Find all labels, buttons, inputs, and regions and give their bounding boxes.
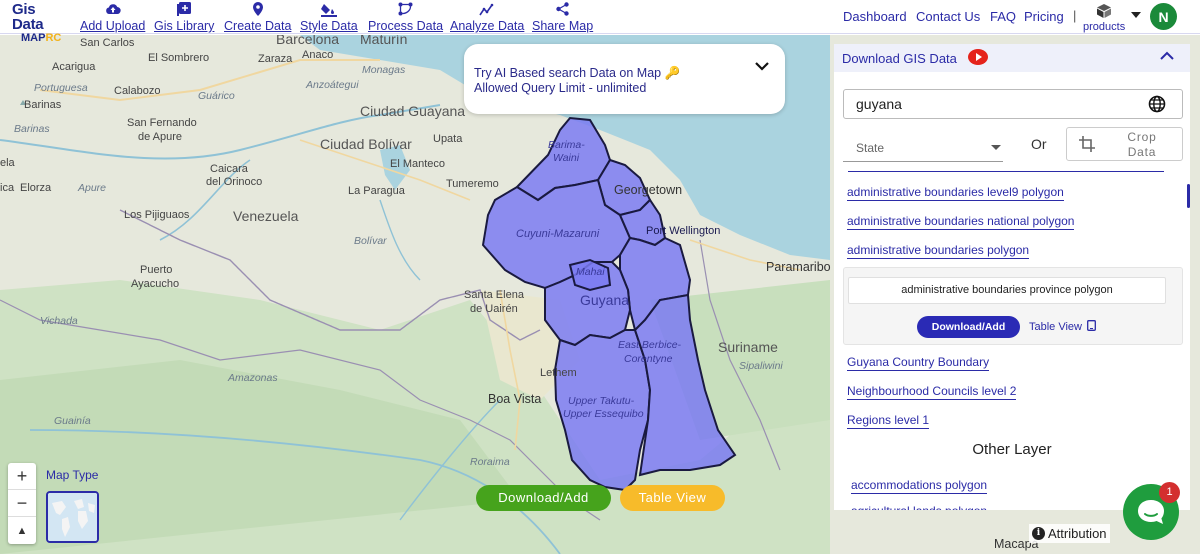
nav-label: Add Upload xyxy=(80,19,146,33)
zoom-controls: + − ▲ xyxy=(8,463,36,544)
site-logo[interactable]: Gis Data MAPRC xyxy=(12,1,68,44)
panel-scrollbar[interactable] xyxy=(1187,184,1190,208)
layer-link[interactable]: Neighbourhood Councils level 2 xyxy=(847,384,1017,400)
chevron-down-icon[interactable] xyxy=(1131,12,1141,18)
layer-link[interactable]: Regions level 1 xyxy=(847,413,930,429)
country-search-input[interactable]: guyana xyxy=(843,89,1183,119)
nav-gis-library[interactable]: Gis Library xyxy=(154,2,214,33)
products-menu[interactable]: products xyxy=(1083,3,1125,33)
nav-pricing[interactable]: Pricing xyxy=(1024,9,1064,24)
nav-style-data[interactable]: Style Data xyxy=(300,2,358,33)
chat-badge: 1 xyxy=(1159,482,1180,503)
map-type-label: Map Type xyxy=(46,468,99,482)
map-type-thumbnail[interactable] xyxy=(46,491,99,543)
selected-layer-name: administrative boundaries province polyg… xyxy=(848,277,1166,304)
or-label: Or xyxy=(1031,136,1047,152)
attribution-toggle[interactable]: i Attribution xyxy=(1029,524,1110,543)
nav-add-upload[interactable]: Add Upload xyxy=(80,2,145,33)
chevron-up-icon[interactable] xyxy=(1160,50,1174,62)
map-download-add-button[interactable]: Download/Add xyxy=(476,485,611,511)
divider xyxy=(848,171,1164,172)
nav-dashboard[interactable]: Dashboard xyxy=(843,9,907,24)
panel-header[interactable]: Download GIS Data xyxy=(834,44,1190,72)
info-icon: i xyxy=(1032,527,1045,540)
nav-label: Style Data xyxy=(300,19,358,33)
ai-search-line2: Allowed Query Limit - unlimited xyxy=(474,81,647,95)
process-nodes-icon xyxy=(398,2,414,16)
youtube-icon[interactable] xyxy=(968,49,988,65)
nav-analyze-data[interactable]: Analyze Data xyxy=(450,2,524,33)
other-layer-heading: Other Layer xyxy=(972,441,1052,458)
nav-label: Analyze Data xyxy=(450,19,525,33)
reset-north-button[interactable]: ▲ xyxy=(8,517,36,544)
ai-search-box[interactable]: Try AI Based search Data on Map 🔑 Allowe… xyxy=(464,44,785,114)
crop-icon xyxy=(1079,136,1095,152)
zoom-in-button[interactable]: + xyxy=(8,463,36,490)
download-gis-panel: Download GIS Data guyana State Or Crop D… xyxy=(834,44,1190,510)
logo-line1: Gis Data xyxy=(12,1,44,33)
crop-data-button[interactable]: Crop Data xyxy=(1066,127,1183,161)
chevron-down-icon[interactable] xyxy=(754,60,770,72)
cloud-upload-icon xyxy=(105,2,121,16)
state-select[interactable]: State xyxy=(843,132,1003,162)
map-table-view-button[interactable]: Table View xyxy=(620,485,725,511)
products-label: products xyxy=(1083,21,1126,33)
layer-link[interactable]: agricultural lands polygon xyxy=(851,504,987,510)
key-icon: 🔑 xyxy=(664,66,681,80)
layer-link[interactable]: Guyana Country Boundary xyxy=(847,355,990,371)
attribution-label: Attribution xyxy=(1048,526,1107,541)
layer-link[interactable]: administrative boundaries polygon xyxy=(847,243,1030,259)
layer-link[interactable]: administrative boundaries national polyg… xyxy=(847,214,1075,230)
logo-line2: MAPRC xyxy=(21,32,62,44)
chat-widget-button[interactable]: 1 xyxy=(1123,482,1180,540)
share-icon xyxy=(555,2,571,16)
nav-share-map[interactable]: Share Map xyxy=(532,2,593,33)
nav-create-data[interactable]: Create Data xyxy=(224,2,291,33)
map-pin-icon xyxy=(250,2,266,16)
world-map-icon xyxy=(48,493,97,541)
nav-process-data[interactable]: Process Data xyxy=(368,2,443,33)
nav-label: Share Map xyxy=(532,19,594,33)
nav-contact-us[interactable]: Contact Us xyxy=(916,9,980,24)
user-avatar[interactable]: N xyxy=(1150,3,1177,30)
zoom-out-button[interactable]: − xyxy=(8,490,36,517)
nav-separator: | xyxy=(1073,8,1077,23)
state-placeholder: State xyxy=(856,141,885,155)
selected-layer-card: administrative boundaries province polyg… xyxy=(843,267,1183,345)
crop-label: Crop Data xyxy=(1127,130,1157,159)
panel-title: Download GIS Data xyxy=(842,51,957,66)
library-add-icon xyxy=(176,2,192,16)
dropdown-arrow-icon xyxy=(991,145,1001,150)
globe-icon[interactable] xyxy=(1148,95,1166,113)
top-navbar: Gis Data MAPRC Add Upload Gis Library Cr… xyxy=(0,0,1200,44)
layer-link[interactable]: administrative boundaries level9 polygon xyxy=(847,185,1064,201)
search-value: guyana xyxy=(856,96,902,112)
products-cube-icon xyxy=(1097,4,1112,18)
layer-link[interactable]: accommodations polygon xyxy=(851,478,988,494)
download-add-button[interactable]: Download/Add xyxy=(917,316,1020,338)
tablet-icon xyxy=(1087,320,1097,331)
analytics-icon xyxy=(479,2,495,16)
nav-label: Create Data xyxy=(224,19,292,33)
nav-label: Gis Library xyxy=(154,19,215,33)
paint-bucket-icon xyxy=(320,2,337,17)
table-view-link[interactable]: Table View xyxy=(1029,320,1097,333)
nav-label: Process Data xyxy=(368,19,444,33)
nav-faq[interactable]: FAQ xyxy=(990,9,1016,24)
ai-search-line1: Try AI Based search Data on Map 🔑 xyxy=(474,66,681,80)
